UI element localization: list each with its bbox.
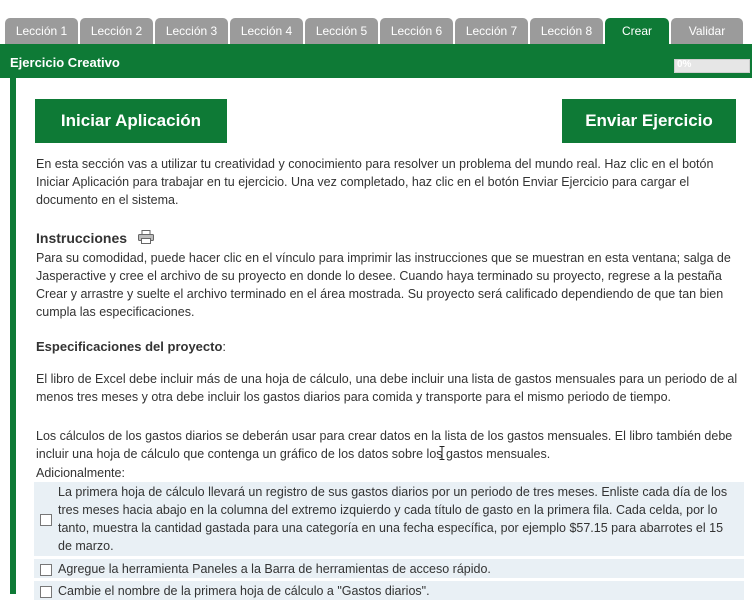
additional-label: Adicionalmente: xyxy=(36,466,125,480)
checklist-item-text: Agregue la herramienta Paneles a la Barr… xyxy=(58,562,491,576)
tab-leccion-7[interactable]: Lección 7 xyxy=(455,18,528,44)
tab-leccion-5[interactable]: Lección 5 xyxy=(305,18,378,44)
checkbox-icon[interactable] xyxy=(40,563,52,576)
lesson-tab-bar: Lección 1 Lección 2 Lección 3 Lección 4 … xyxy=(0,0,752,44)
tab-leccion-3[interactable]: Lección 3 xyxy=(155,18,228,44)
progress-label: 0% xyxy=(677,59,692,70)
tab-leccion-8[interactable]: Lección 8 xyxy=(530,18,603,44)
tab-leccion-1[interactable]: Lección 1 xyxy=(5,18,78,44)
submit-exercise-button[interactable]: Enviar Ejercicio xyxy=(562,99,736,143)
tab-validar[interactable]: Validar xyxy=(671,18,743,44)
checklist-item-text: La primera hoja de cálculo llevará un re… xyxy=(58,485,728,553)
instructions-heading: Instrucciones xyxy=(36,230,128,246)
tab-leccion-6[interactable]: Lección 6 xyxy=(380,18,453,44)
specs-paragraph-2: Los cálculos de los gastos diarios se de… xyxy=(36,429,733,461)
specs-heading: Especificaciones del proyecto: xyxy=(36,339,226,354)
checklist-item: Cambie el nombre de la primera hoja de c… xyxy=(34,581,744,600)
exercise-header: Ejercicio Creativo xyxy=(0,44,752,78)
checklist-item: La primera hoja de cálculo llevará un re… xyxy=(34,482,744,556)
progress-bar: 0% xyxy=(674,59,750,73)
instructions-body: Para su comodidad, puede hacer clic en e… xyxy=(36,251,731,319)
start-application-button[interactable]: Iniciar Aplicación xyxy=(35,99,227,143)
tab-crear[interactable]: Crear xyxy=(605,18,669,44)
main-content: Iniciar Aplicación Enviar Ejercicio En e… xyxy=(10,78,752,600)
intro-text: En esta sección vas a utilizar tu creati… xyxy=(36,157,714,207)
checklist-item-text: Cambie el nombre de la primera hoja de c… xyxy=(58,584,430,598)
checkbox-icon[interactable] xyxy=(40,585,52,598)
text-cursor-icon xyxy=(439,446,445,460)
checklist-item: Agregue la herramienta Paneles a la Barr… xyxy=(34,559,744,578)
specs-heading-colon: : xyxy=(222,339,227,354)
printer-icon[interactable] xyxy=(138,230,154,244)
specs-heading-label: Especificaciones del proyecto xyxy=(36,339,223,354)
checkbox-icon[interactable] xyxy=(40,514,52,526)
tab-leccion-2[interactable]: Lección 2 xyxy=(80,18,153,44)
exercise-title: Ejercicio Creativo xyxy=(10,55,120,70)
specs-paragraph-1: El libro de Excel debe incluir más de un… xyxy=(36,372,738,404)
tab-leccion-4[interactable]: Lección 4 xyxy=(230,18,303,44)
